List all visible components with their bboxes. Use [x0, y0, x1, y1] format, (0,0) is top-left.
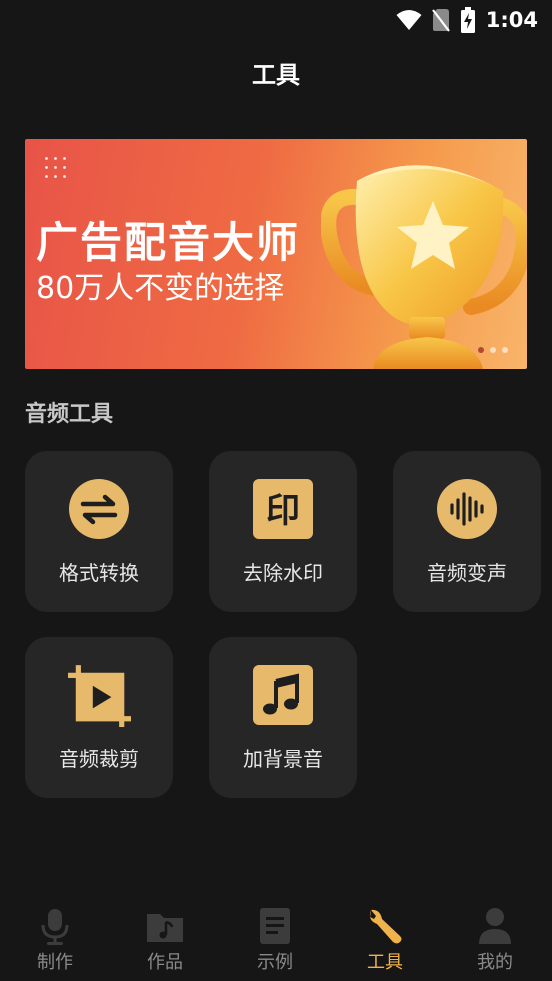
tool-remove-watermark[interactable]: 印 去除水印 — [209, 451, 357, 612]
microphone-icon — [41, 909, 69, 945]
pager-dot — [490, 347, 496, 353]
tab-label: 制作 — [37, 952, 73, 973]
tab-tools[interactable]: 工具 — [330, 898, 440, 981]
person-icon — [479, 908, 511, 944]
page-title: 工具 — [252, 61, 300, 89]
trophy-icon — [321, 165, 527, 369]
tab-label: 我的 — [477, 952, 513, 973]
status-time: 1:04 — [485, 8, 538, 32]
tool-format-convert[interactable]: 格式转换 — [25, 451, 173, 612]
tool-add-background-music[interactable]: 加背景音 — [209, 637, 357, 798]
tab-label: 工具 — [367, 952, 403, 973]
tab-works[interactable]: 作品 — [110, 898, 220, 981]
tab-mine[interactable]: 我的 — [440, 898, 550, 981]
music-note-icon — [253, 665, 313, 725]
banner-subtitle: 80万人不变的选择 — [36, 271, 285, 306]
battery-charging-icon — [460, 7, 475, 33]
pager-dot — [478, 347, 484, 353]
section-title: 音频工具 — [25, 402, 114, 427]
convert-icon — [69, 479, 129, 539]
watermark-glyph: 印 — [266, 491, 300, 531]
tool-label: 音频裁剪 — [59, 747, 139, 771]
tool-label: 加背景音 — [243, 747, 323, 771]
tool-label: 格式转换 — [59, 561, 139, 585]
folder-music-icon — [147, 914, 183, 942]
wrench-icon — [369, 909, 402, 944]
crop-icon — [68, 665, 131, 727]
tab-label: 作品 — [147, 952, 183, 973]
tab-label: 示例 — [257, 952, 293, 973]
banner-title: 广告配音大师 — [36, 218, 301, 267]
banner-pager — [478, 347, 508, 353]
tool-audio-crop[interactable]: 音频裁剪 — [25, 637, 173, 798]
document-icon — [260, 908, 290, 944]
bottom-tab-bar: 制作 作品 示例 工具 我的 — [0, 898, 552, 981]
tab-make[interactable]: 制作 — [0, 898, 110, 981]
promo-banner[interactable]: 广告配音大师 80万人不变的选择 — [25, 139, 527, 369]
tool-label: 音频变声 — [427, 561, 507, 585]
pager-dot — [502, 347, 508, 353]
voice-wave-icon — [437, 479, 497, 539]
wifi-icon — [396, 10, 422, 30]
no-sim-icon — [431, 9, 450, 32]
dots-decoration — [42, 154, 70, 178]
watermark-icon: 印 — [253, 479, 313, 539]
tool-label: 去除水印 — [243, 561, 323, 585]
status-bar: 1:04 — [0, 0, 552, 40]
tool-voice-change[interactable]: 音频变声 — [393, 451, 541, 612]
tab-examples[interactable]: 示例 — [220, 898, 330, 981]
